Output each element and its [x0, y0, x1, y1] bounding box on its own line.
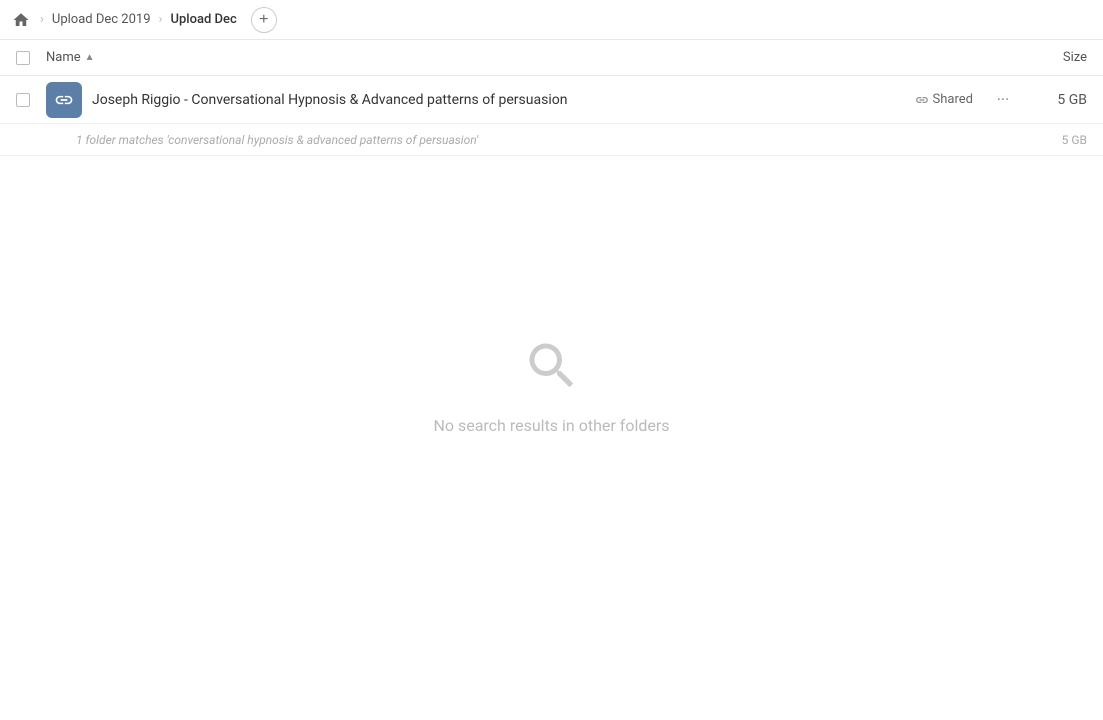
match-size: 5 GB [1027, 133, 1087, 147]
no-results-search-icon [522, 336, 582, 400]
add-button[interactable]: + [251, 7, 277, 33]
column-header: Name ▲ Size [0, 40, 1103, 76]
name-column-header[interactable]: Name ▲ [46, 50, 1007, 65]
home-button[interactable] [12, 11, 30, 29]
file-row[interactable]: Joseph Riggio - Conversational Hypnosis … [0, 76, 1103, 124]
breadcrumb-chevron-2: › [159, 12, 163, 27]
more-options-button[interactable]: ··· [989, 86, 1017, 114]
link-folder-icon [54, 90, 74, 110]
link-icon [915, 93, 929, 107]
size-column-header: Size [1007, 50, 1087, 65]
shared-label: Shared [933, 92, 973, 107]
match-info-row: 1 folder matches 'conversational hypnosi… [0, 124, 1103, 156]
select-all-checkbox[interactable] [16, 51, 30, 65]
folder-icon-wrap [46, 82, 82, 118]
breadcrumb-item-upload-dec-2019[interactable]: Upload Dec 2019 [48, 10, 155, 29]
checkbox-header[interactable] [16, 51, 46, 65]
shared-badge: Shared [915, 92, 973, 107]
sort-arrow-icon: ▲ [85, 52, 95, 63]
breadcrumb-chevron-1: › [40, 12, 44, 27]
file-checkbox[interactable] [16, 93, 46, 107]
empty-state: No search results in other folders [0, 336, 1103, 435]
file-size: 5 GB [1027, 92, 1087, 108]
breadcrumb-bar: › Upload Dec 2019 › Upload Dec + [0, 0, 1103, 40]
empty-state-message: No search results in other folders [433, 416, 669, 435]
row-checkbox[interactable] [16, 93, 30, 107]
match-info-text: 1 folder matches 'conversational hypnosi… [76, 133, 1027, 147]
breadcrumb-item-upload-dec[interactable]: Upload Dec [166, 10, 240, 29]
file-name: Joseph Riggio - Conversational Hypnosis … [92, 92, 915, 108]
